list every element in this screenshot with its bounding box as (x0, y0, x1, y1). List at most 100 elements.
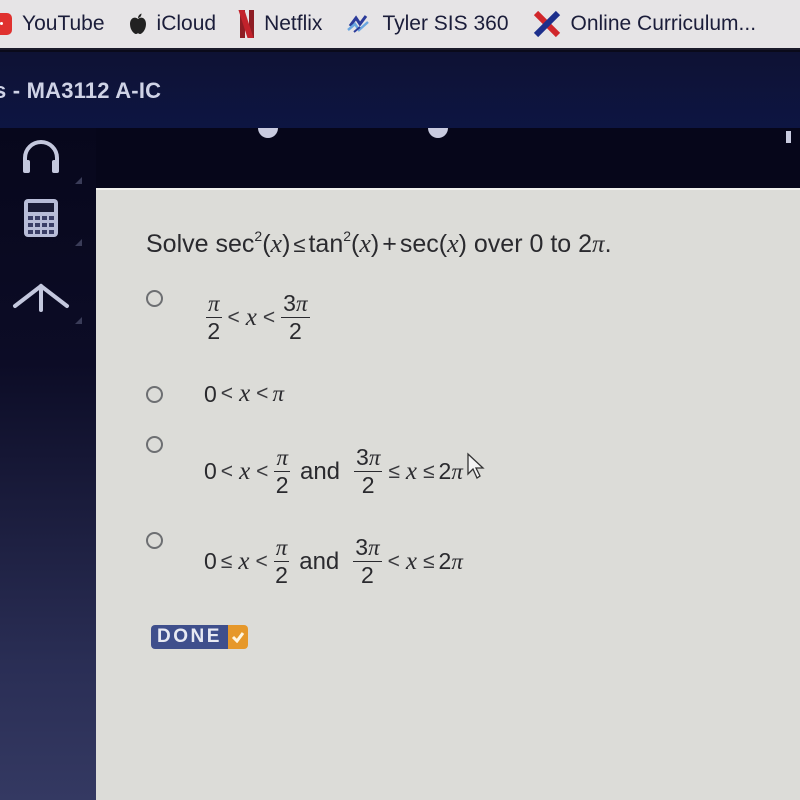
bookmark-netflix[interactable]: Netflix (240, 4, 322, 44)
denominator: 2 (275, 562, 288, 588)
coefficient: 2 (438, 458, 452, 484)
option-math: 0 ≤ x < π2 and 3π 2 < x ≤ 2π (204, 536, 463, 587)
denominator: 2 (288, 318, 302, 344)
pi-symbol: π (451, 548, 463, 574)
checkmark-icon (227, 625, 248, 649)
bookmark-youtube[interactable]: YouTube (0, 4, 105, 44)
bookmark-icloud[interactable]: iCloud (129, 4, 217, 44)
numerator: π (273, 535, 290, 562)
variable: x (239, 457, 251, 485)
denominator: 2 (275, 472, 289, 498)
corner-marker (75, 177, 82, 184)
fraction: 3π 2 (281, 290, 310, 344)
pi-symbol: π (592, 231, 605, 258)
fraction: π2 (274, 446, 290, 497)
course-header: s - MA3112 A-IC (0, 52, 800, 128)
relation-symbol: ≤ (293, 232, 306, 257)
bookmark-label: Netflix (264, 12, 323, 35)
right-bound: π (272, 381, 284, 406)
left-bound: 0 (204, 458, 217, 484)
radio-button[interactable] (146, 290, 163, 307)
coefficient: 3 (356, 444, 369, 470)
variable: x (270, 229, 283, 258)
bookmark-tyler-sis[interactable]: Tyler SIS 360 (346, 4, 509, 44)
corner-marker (75, 239, 82, 246)
exponent: 2 (343, 228, 352, 244)
bookmark-label: iCloud (156, 12, 217, 35)
bookmark-label: Online Curriculum... (570, 12, 757, 35)
apple-icon (129, 13, 147, 35)
done-label: DONE (151, 625, 228, 649)
left-bound: 0 (204, 548, 217, 574)
audio-button[interactable] (0, 128, 82, 188)
operator: ≤ (220, 549, 233, 573)
fn-sec: sec (399, 230, 439, 258)
exponent: 2 (254, 228, 263, 244)
radio-button[interactable] (146, 436, 163, 453)
fn-tan: tan (308, 230, 344, 258)
pi-symbol: π (368, 445, 381, 470)
calculator-icon (23, 198, 59, 243)
period: . (604, 230, 612, 258)
tab-handle (786, 131, 791, 143)
fraction: π2 (206, 292, 222, 343)
fraction: 3π 2 (354, 444, 383, 498)
variable: x (447, 229, 459, 258)
variable: x (405, 457, 417, 485)
pi-symbol: π (295, 291, 308, 316)
tyler-sis-icon (346, 12, 372, 36)
corner-marker (75, 317, 82, 324)
tab-handle (258, 128, 278, 138)
tool-strip (0, 128, 800, 188)
variable: x (359, 229, 371, 258)
radio-button[interactable] (146, 386, 163, 403)
coefficient: 3 (283, 290, 296, 316)
operator: < (220, 382, 234, 405)
operator: < (256, 459, 269, 483)
pi-symbol: π (368, 535, 380, 560)
conjunction: and (299, 457, 341, 485)
question-prefix: Solve (146, 230, 216, 258)
tab-handle (428, 128, 448, 138)
coefficient: 2 (438, 548, 452, 574)
denominator: 2 (361, 472, 375, 498)
bookmark-label: YouTube (22, 12, 105, 35)
headphones-icon (18, 136, 64, 181)
calculator-button[interactable] (0, 190, 82, 250)
pi-symbol: π (451, 458, 463, 484)
option-math: 0 < x < π (204, 380, 284, 408)
operator: ≤ (422, 459, 435, 483)
option-math: π2 < x < 3π 2 (204, 292, 312, 343)
question-panel: Solve sec2(x) ≤ tan2(x) + sec(x) over 0 to 2… (96, 188, 800, 800)
question-prompt: Solve sec2(x) ≤ tan2(x) + sec(x) over 0 to 2… (146, 228, 612, 258)
operator: < (227, 305, 240, 329)
done-button[interactable]: DONE (151, 625, 248, 649)
denominator: 2 (207, 318, 221, 344)
highlighter-icon (11, 280, 71, 317)
plus-symbol: + (382, 230, 397, 258)
online-curriculum-icon (533, 10, 561, 38)
course-title: s - MA3112 A-IC (0, 78, 162, 103)
operator: < (255, 549, 268, 573)
numerator: π (206, 291, 222, 318)
operator: ≤ (422, 549, 435, 573)
bookmarks-bar: YouTube iCloud Netflix Tyler SIS 360 Onl… (0, 0, 800, 50)
variable: x (405, 547, 417, 575)
bookmark-label: Tyler SIS 360 (382, 12, 509, 35)
reference-button[interactable] (0, 268, 82, 328)
operator: < (387, 549, 400, 573)
operator: < (220, 459, 234, 483)
variable: x (239, 380, 251, 407)
left-bound: 0 (204, 380, 217, 407)
bookmark-online-curriculum[interactable]: Online Curriculum... (533, 4, 757, 44)
coefficient: 3 (355, 534, 369, 560)
numerator: π (274, 445, 290, 472)
operator: < (262, 305, 276, 329)
operator: < (256, 382, 269, 405)
radio-button[interactable] (146, 532, 163, 549)
fraction: 3π 2 (353, 534, 382, 587)
variable: x (238, 547, 250, 575)
fn-sec: sec (215, 230, 255, 258)
option-math: 0 < x < π2 and 3π 2 ≤ x ≤ 2π (204, 446, 463, 497)
question-suffix: over 0 to 2 (466, 230, 593, 258)
